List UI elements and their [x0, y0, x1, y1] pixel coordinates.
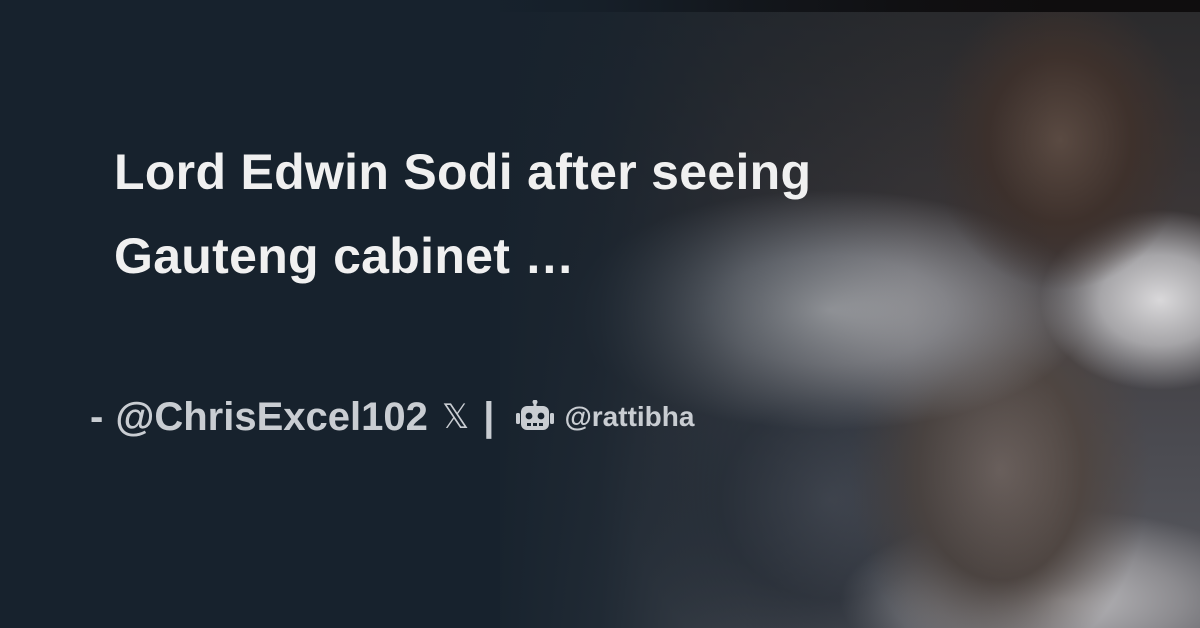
background-gradient-overlay	[0, 0, 1200, 628]
byline: - @ChrisExcel102 𝕏 | @rattibha	[90, 392, 694, 442]
author-handle: @ChrisExcel102	[115, 394, 428, 439]
x-logo-icon: 𝕏	[441, 397, 470, 437]
byline-dash: -	[90, 394, 104, 439]
byline-separator: |	[483, 394, 495, 439]
robot-icon	[516, 400, 555, 430]
site-handle: @rattibha	[564, 401, 695, 432]
post-title: Lord Edwin Sodi after seeing Gauteng cab…	[114, 144, 812, 284]
share-card: Lord Edwin Sodi after seeing Gauteng cab…	[0, 0, 1200, 628]
